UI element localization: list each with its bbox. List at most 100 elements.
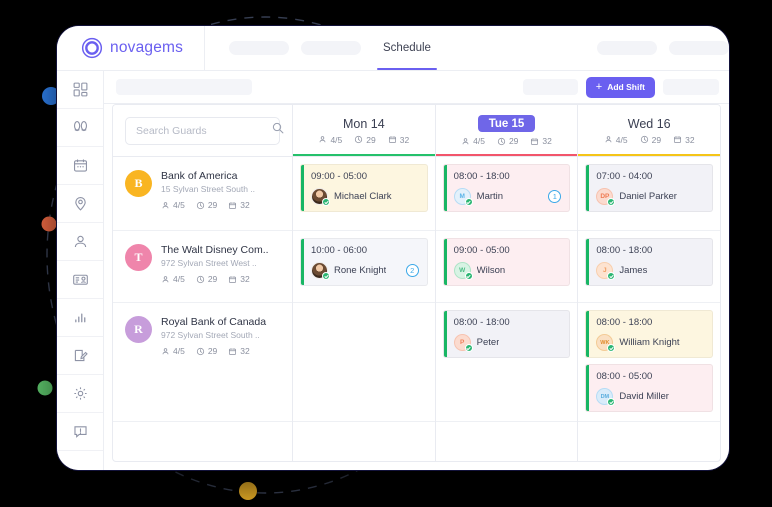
user-icon bbox=[72, 233, 89, 250]
sidebar-item-reports[interactable] bbox=[57, 299, 103, 337]
stat-people: 4/5 bbox=[161, 274, 185, 284]
schedule-cell[interactable]: 08:00 - 18:00 M Martin 1 bbox=[435, 157, 578, 231]
shift-card[interactable]: 08:00 - 18:00 J James bbox=[585, 238, 714, 286]
plus-icon: + bbox=[595, 80, 603, 93]
client-row[interactable]: T The Walt Disney Com.. 972 Sylvan Stree… bbox=[113, 231, 292, 303]
search-box[interactable] bbox=[125, 116, 284, 145]
schedule-cell[interactable]: 08:00 - 18:00 P Peter bbox=[435, 303, 578, 422]
ring-logo-icon bbox=[81, 37, 103, 59]
tab-placeholder-4[interactable] bbox=[669, 41, 729, 55]
shift-assignee: WK William Knight bbox=[596, 334, 704, 352]
shift-card[interactable]: 09:00 - 05:00 Michael Clark bbox=[300, 164, 428, 212]
sidebar-item-forms[interactable] bbox=[57, 337, 103, 375]
shift-assignee: DM David Miller bbox=[596, 388, 704, 406]
sidebar-item-sites[interactable] bbox=[57, 185, 103, 223]
tab-placeholder-2[interactable] bbox=[301, 41, 361, 55]
search-icon[interactable] bbox=[271, 121, 285, 140]
shift-card[interactable]: 08:00 - 18:00 P Peter bbox=[442, 310, 571, 358]
orange-dot bbox=[41, 216, 57, 232]
toolbar-placeholder-filter[interactable] bbox=[116, 79, 252, 95]
shift-time: 08:00 - 18:00 bbox=[453, 317, 510, 328]
sidebar-item-employees[interactable] bbox=[57, 261, 103, 299]
stat-shifts-value: 32 bbox=[685, 134, 695, 145]
verified-check-icon bbox=[607, 272, 616, 280]
schedule-cell[interactable]: 09:00 - 05:00 Michael Clark bbox=[293, 157, 435, 231]
verified-check-icon bbox=[322, 198, 330, 206]
brand-logo[interactable]: novagems bbox=[57, 26, 205, 70]
client-info: The Walt Disney Com.. 972 Sylvan Street … bbox=[161, 244, 280, 284]
stat-hours: 29 bbox=[640, 135, 661, 145]
client-stats: 4/5 29 32 bbox=[161, 346, 280, 356]
shift-card[interactable]: 09:00 - 05:00 W Wilson bbox=[442, 238, 571, 286]
tab-placeholder-3[interactable] bbox=[597, 41, 657, 55]
shift-card[interactable]: 07:00 - 04:00 DP Daniel Parker bbox=[585, 164, 714, 212]
stat-hours-value: 29 bbox=[207, 274, 218, 284]
sidebar-item-schedule[interactable] bbox=[57, 147, 103, 185]
message-alert-icon bbox=[72, 423, 89, 440]
shift-person-name: Peter bbox=[476, 337, 500, 348]
sidebar-item-settings[interactable] bbox=[57, 375, 103, 413]
schedule-cell[interactable]: 08:00 - 18:00 J James bbox=[578, 231, 720, 303]
schedule-cell[interactable]: 10:00 - 06:00 Rone Knight 2 bbox=[293, 231, 435, 303]
verified-check-icon bbox=[464, 198, 473, 206]
shift-count-badge[interactable]: 2 bbox=[405, 264, 419, 277]
shift-assignee: P Peter bbox=[453, 334, 562, 352]
shift-person-name: Rone Knight bbox=[334, 265, 387, 276]
stat-shifts: 32 bbox=[228, 346, 250, 356]
shift-assignee: W Wilson bbox=[453, 262, 562, 280]
avatar: J bbox=[596, 262, 616, 280]
stat-people-value: 4/5 bbox=[473, 136, 485, 146]
add-shift-button[interactable]: + Add Shift bbox=[585, 76, 655, 98]
avatar-initial: B bbox=[134, 176, 143, 190]
sidebar-item-notifications[interactable] bbox=[57, 413, 103, 451]
shift-time: 08:00 - 18:00 bbox=[453, 171, 510, 182]
stat-shifts: 32 bbox=[673, 134, 695, 145]
shift-count-badge[interactable]: 1 bbox=[548, 190, 562, 203]
verified-check-icon bbox=[607, 198, 616, 206]
schedule-cell[interactable]: 09:00 - 05:00 W Wilson bbox=[435, 231, 578, 303]
tab-schedule[interactable]: Schedule bbox=[373, 26, 441, 70]
shift-card[interactable]: 08:00 - 18:00 WK William Knight bbox=[585, 310, 714, 358]
shift-person-name: William Knight bbox=[619, 337, 680, 348]
sidebar-item-dashboard[interactable] bbox=[57, 71, 103, 109]
stat-hours: 29 bbox=[196, 200, 217, 210]
id-card-icon bbox=[72, 271, 89, 288]
screenshot-stage: novagems Schedule + Add Shift Search Gua… bbox=[0, 0, 772, 507]
day-header[interactable]: Wed 16 4/5 29 32 bbox=[578, 105, 720, 157]
shift-card[interactable]: 08:00 - 05:00 DM David Miller bbox=[585, 364, 714, 412]
avatar-initial: P bbox=[460, 339, 465, 346]
client-info: Bank of America 15 Sylvan Street South .… bbox=[161, 170, 280, 210]
toolbar: + Add Shift bbox=[104, 71, 729, 104]
schedule-cell[interactable]: 08:00 - 18:00 WK William Knight 08:00 - … bbox=[578, 303, 720, 422]
schedule-cell[interactable]: 07:00 - 04:00 DP Daniel Parker bbox=[578, 157, 720, 231]
shift-card[interactable]: 10:00 - 06:00 Rone Knight 2 bbox=[300, 238, 428, 286]
client-stats: 4/5 29 32 bbox=[161, 274, 280, 284]
schedule-cell[interactable] bbox=[293, 303, 435, 422]
stat-shifts: 32 bbox=[228, 274, 250, 284]
stat-hours-value: 29 bbox=[651, 134, 662, 145]
client-address: 972 Sylvan Street West .. bbox=[161, 258, 257, 268]
search-input[interactable] bbox=[136, 124, 271, 137]
avatar: DM bbox=[596, 388, 616, 406]
toolbar-placeholder-more[interactable] bbox=[663, 79, 719, 95]
shift-person-name: Wilson bbox=[476, 265, 506, 276]
stat-people: 4/5 bbox=[318, 135, 342, 145]
sidebar-item-guards[interactable] bbox=[57, 109, 103, 147]
client-row[interactable]: B Bank of America 15 Sylvan Street South… bbox=[113, 157, 292, 231]
sidebar-item-clients[interactable] bbox=[57, 223, 103, 261]
client-name: The Walt Disney Com.. bbox=[161, 244, 269, 256]
day-header[interactable]: Mon 14 4/5 29 32 bbox=[293, 105, 435, 157]
verified-check-icon bbox=[322, 272, 330, 280]
day-underline bbox=[578, 153, 720, 156]
avatar-initial: W bbox=[459, 267, 466, 274]
guards-column: B Bank of America 15 Sylvan Street South… bbox=[113, 105, 293, 461]
gear-icon bbox=[72, 385, 89, 402]
tab-placeholder-1[interactable] bbox=[229, 41, 289, 55]
window-body: + Add Shift Search Guards B Bank of Amer… bbox=[57, 71, 729, 470]
client-row[interactable]: R Royal Bank of Canada 972 Sylvan Street… bbox=[113, 303, 292, 422]
toolbar-placeholder-view[interactable] bbox=[522, 79, 578, 95]
shift-card[interactable]: 08:00 - 18:00 M Martin 1 bbox=[442, 164, 571, 212]
day-header[interactable]: Tue 15 4/5 29 32 bbox=[435, 105, 578, 157]
client-name: Bank of America bbox=[161, 170, 238, 182]
avatar: B bbox=[125, 170, 152, 197]
